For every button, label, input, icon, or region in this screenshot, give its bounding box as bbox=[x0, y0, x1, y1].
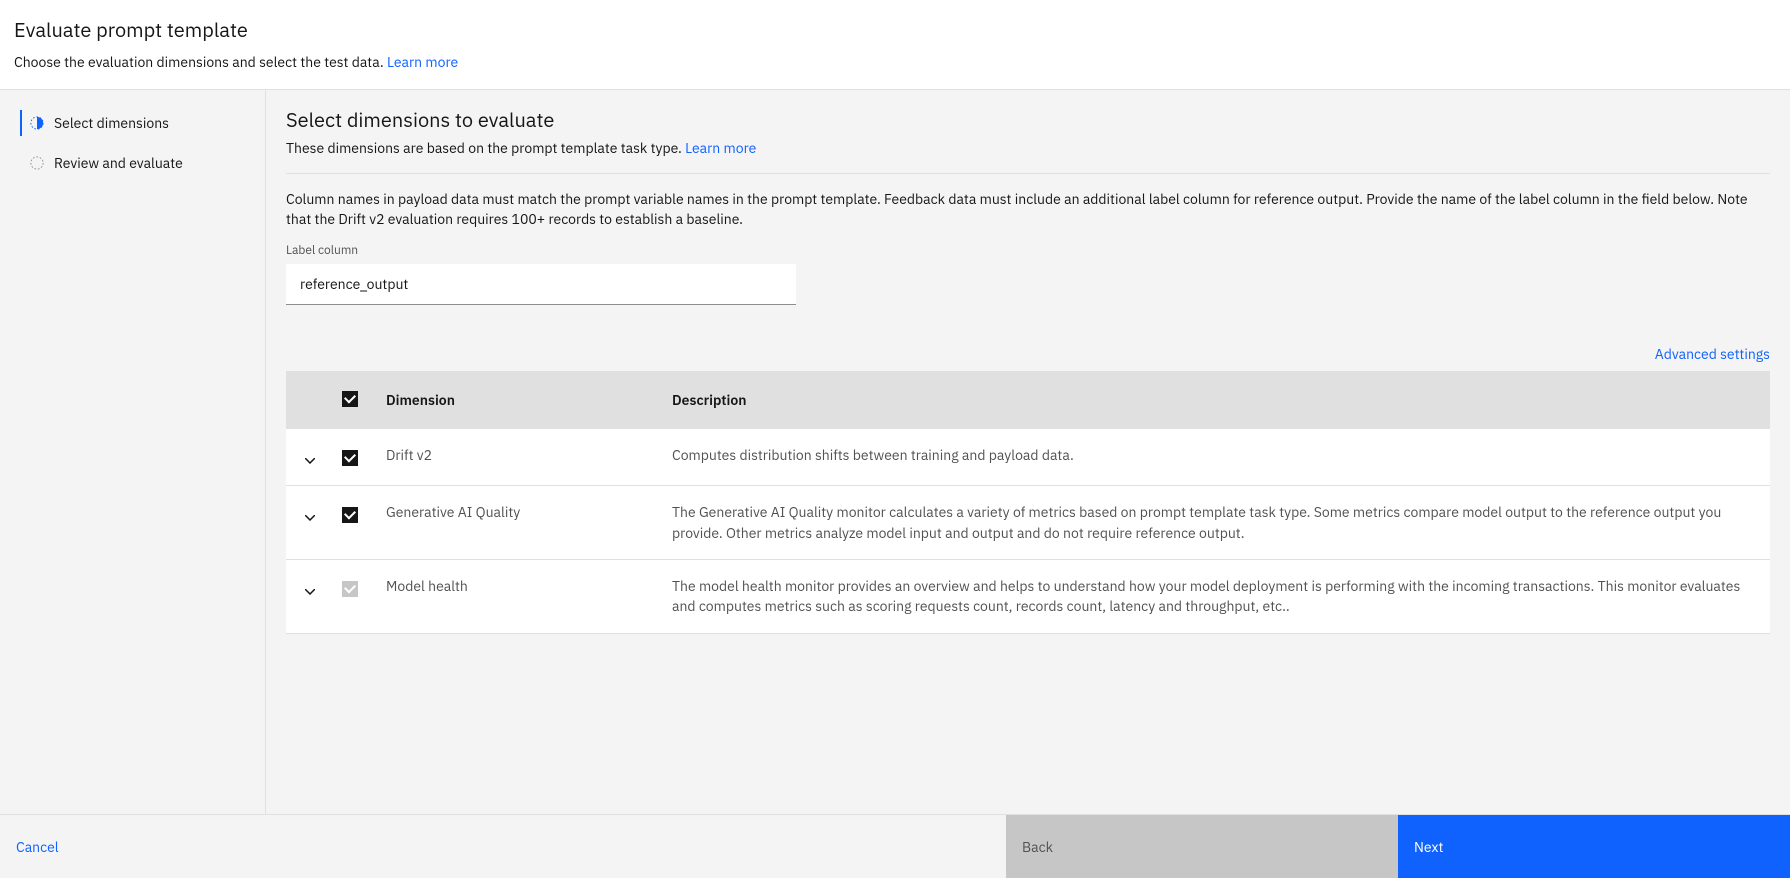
dimension-name: Drift v2 bbox=[378, 429, 664, 486]
dimension-description: The model health monitor provides an ove… bbox=[664, 560, 1770, 634]
dimension-description: Computes distribution shifts between tra… bbox=[664, 429, 1770, 486]
section-title: Select dimensions to evaluate bbox=[286, 106, 1770, 133]
dimension-description: The Generative AI Quality monitor calcul… bbox=[664, 486, 1770, 560]
expand-all-header bbox=[286, 371, 334, 429]
section-subtitle: These dimensions are based on the prompt… bbox=[286, 139, 1770, 157]
advanced-settings-row: Advanced settings bbox=[286, 345, 1770, 363]
select-all-checkbox[interactable] bbox=[342, 391, 358, 407]
table-row: Generative AI Quality The Generative AI … bbox=[286, 486, 1770, 560]
chevron-down-icon bbox=[305, 458, 315, 464]
dimension-name: Generative AI Quality bbox=[378, 486, 664, 560]
table-row: Model health The model health monitor pr… bbox=[286, 560, 1770, 634]
next-button[interactable]: Next bbox=[1398, 815, 1790, 878]
row-checkbox-disabled bbox=[342, 581, 358, 597]
wizard-sidebar: Select dimensions Review and evaluate bbox=[0, 90, 265, 814]
label-column-input[interactable] bbox=[286, 264, 796, 305]
learn-more-link-header[interactable]: Learn more bbox=[387, 53, 458, 71]
step-label: Review and evaluate bbox=[54, 154, 183, 172]
description-header: Description bbox=[664, 371, 1770, 429]
row-checkbox[interactable] bbox=[342, 450, 358, 466]
expand-toggle[interactable] bbox=[286, 486, 334, 560]
page-subtitle: Choose the evaluation dimensions and sel… bbox=[14, 53, 1774, 71]
wizard-footer: Cancel Back Next bbox=[0, 814, 1790, 878]
content-wrapper: Select dimensions Review and evaluate Se… bbox=[0, 90, 1790, 814]
label-column-label: Label column bbox=[286, 243, 1770, 258]
row-checkbox[interactable] bbox=[342, 507, 358, 523]
dimension-name: Model health bbox=[378, 560, 664, 634]
step-select-dimensions[interactable]: Select dimensions bbox=[20, 106, 265, 140]
chevron-down-icon bbox=[305, 589, 315, 595]
advanced-settings-link[interactable]: Advanced settings bbox=[1655, 345, 1770, 363]
select-all-header bbox=[334, 371, 378, 429]
expand-toggle[interactable] bbox=[286, 560, 334, 634]
page-title: Evaluate prompt template bbox=[14, 16, 1774, 43]
step-review-evaluate[interactable]: Review and evaluate bbox=[20, 146, 265, 180]
step-label: Select dimensions bbox=[54, 114, 169, 132]
page-header: Evaluate prompt template Choose the eval… bbox=[0, 0, 1790, 90]
expand-toggle[interactable] bbox=[286, 429, 334, 486]
table-header-row: Dimension Description bbox=[286, 371, 1770, 429]
cancel-button[interactable]: Cancel bbox=[0, 815, 1006, 878]
back-button: Back bbox=[1006, 815, 1398, 878]
row-checkbox-cell bbox=[334, 429, 378, 486]
row-checkbox-cell bbox=[334, 560, 378, 634]
step-pending-icon bbox=[30, 156, 44, 170]
dimensions-table: Dimension Description Drift v2 Computes bbox=[286, 371, 1770, 633]
learn-more-link-main[interactable]: Learn more bbox=[685, 139, 756, 157]
row-checkbox-cell bbox=[334, 486, 378, 560]
dimension-header: Dimension bbox=[378, 371, 664, 429]
main-panel: Select dimensions to evaluate These dime… bbox=[265, 90, 1790, 814]
step-current-icon bbox=[30, 116, 44, 130]
table-row: Drift v2 Computes distribution shifts be… bbox=[286, 429, 1770, 486]
chevron-down-icon bbox=[305, 515, 315, 521]
divider bbox=[286, 173, 1770, 174]
info-text: Column names in payload data must match … bbox=[286, 190, 1770, 229]
